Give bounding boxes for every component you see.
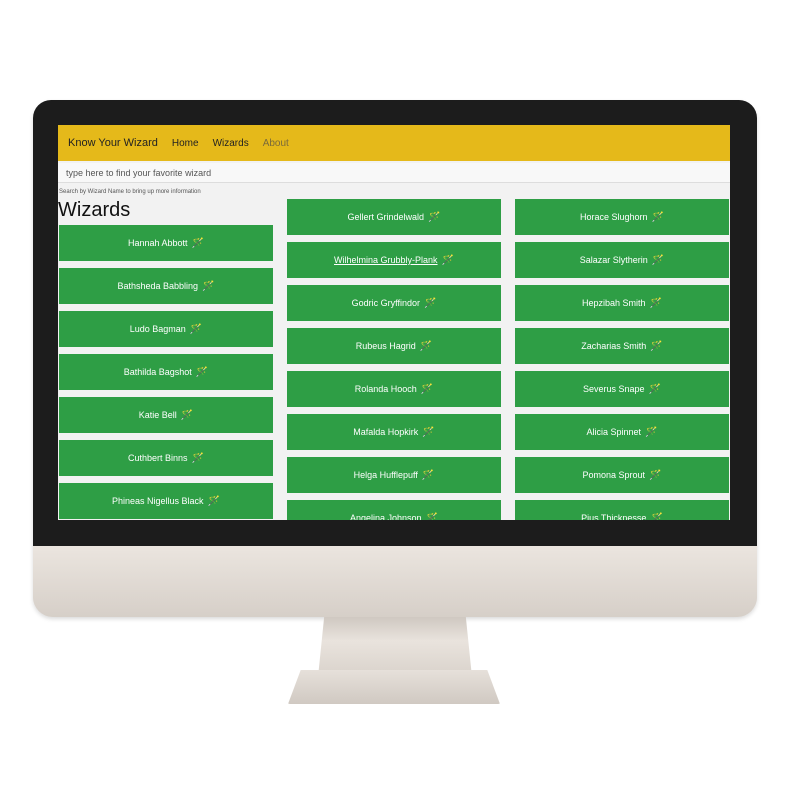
magic-wand-icon: 🪄 [180, 409, 194, 421]
magic-wand-icon: 🪄 [650, 340, 663, 352]
wizard-name: Alicia Spinnet [586, 427, 642, 437]
monitor-stand-neck [318, 617, 472, 677]
wizard-card[interactable]: Rubeus Hagrid 🪄 [287, 328, 501, 364]
brand-link[interactable]: Know Your Wizard [68, 137, 158, 149]
wizard-name: Godric Gryffindor [351, 298, 420, 308]
monitor-stand-foot [288, 670, 500, 704]
search-hint: Search by Wizard Name to bring up more i… [59, 189, 201, 195]
wizard-card[interactable]: Pomona Sprout 🪄 [515, 457, 729, 493]
wizard-card[interactable]: Zacharias Smith 🪄 [515, 328, 729, 364]
wizard-search-input[interactable] [58, 163, 730, 183]
magic-wand-icon: 🪄 [422, 426, 435, 438]
wizard-name: Wilhelmina Grubbly-Plank [334, 255, 438, 265]
magic-wand-icon: 🪄 [649, 469, 662, 481]
wizard-card[interactable]: Cuthbert Binns 🪄 [59, 440, 273, 476]
wizard-name: Gellert Grindelwald [347, 212, 425, 222]
wizard-column-3: Horace Slughorn 🪄 Salazar Slytherin 🪄 Hepzib… [515, 199, 729, 520]
wizard-card[interactable]: Rolanda Hooch 🪄 [287, 371, 501, 407]
magic-wand-icon: 🪄 [425, 512, 438, 521]
wizard-card[interactable]: Wilhelmina Grubbly-Plank 🪄 [287, 242, 501, 278]
magic-wand-icon: 🪄 [195, 366, 209, 378]
wizard-card[interactable]: Salazar Slytherin 🪄 [515, 242, 729, 278]
magic-wand-icon: 🪄 [202, 280, 215, 292]
wizard-column-1: Hannah Abbott 🪄 Bathsheda Babbling 🪄 Ludo Ba… [59, 225, 273, 519]
wizard-name: Ludo Bagman [129, 324, 186, 334]
wizard-card[interactable]: Ludo Bagman 🪄 [59, 311, 273, 347]
wizard-name: Bathilda Bagshot [123, 367, 192, 377]
wizard-name: Salazar Slytherin [579, 255, 648, 265]
magic-wand-icon: 🪄 [189, 323, 203, 335]
monitor-screen: Know Your Wizard Home Wizards About Sear… [58, 125, 730, 520]
page-title: Wizards [58, 199, 131, 221]
wizard-card[interactable]: Pius Thicknesse 🪄 [515, 500, 729, 520]
magic-wand-icon: 🪄 [650, 512, 663, 521]
wizard-name: Bathsheda Babbling [117, 281, 199, 291]
wizard-card[interactable]: Godric Gryffindor 🪄 [287, 285, 501, 321]
wizard-name: Zacharias Smith [581, 341, 647, 351]
wizard-name: Severus Snape [583, 384, 645, 394]
wizard-name: Phineas Nigellus Black [112, 496, 204, 506]
wizard-card[interactable]: Severus Snape 🪄 [515, 371, 729, 407]
wizard-column-2: Gellert Grindelwald 🪄 Wilhelmina Grubbly-P… [287, 199, 501, 520]
magic-wand-icon: 🪄 [649, 297, 662, 309]
magic-wand-icon: 🪄 [191, 237, 204, 249]
wizard-card[interactable]: Mafalda Hopkirk 🪄 [287, 414, 501, 450]
wizard-name: Rubeus Hagrid [355, 341, 416, 351]
wizard-card[interactable]: Katie Bell 🪄 [59, 397, 273, 433]
magic-wand-icon: 🪄 [651, 254, 665, 266]
wizard-name: Helga Hufflepuff [353, 470, 418, 480]
magic-wand-icon: 🪄 [428, 211, 441, 223]
magic-wand-icon: 🪄 [423, 297, 437, 309]
wizard-name: Hannah Abbott [127, 238, 188, 248]
wizard-name: Pomona Sprout [582, 470, 646, 480]
wizard-name: Katie Bell [138, 410, 177, 420]
wizard-card[interactable]: Horace Slughorn 🪄 [515, 199, 729, 235]
nav-home-link[interactable]: Home [172, 138, 199, 149]
magic-wand-icon: 🪄 [420, 383, 434, 395]
wizard-name: Cuthbert Binns [128, 453, 188, 463]
wizard-card[interactable]: Helga Hufflepuff 🪄 [287, 457, 501, 493]
wizard-name: Rolanda Hooch [354, 384, 417, 394]
wizard-name: Angelina Johnson [349, 513, 422, 520]
nav-wizards-link[interactable]: Wizards [213, 138, 249, 149]
wizard-card[interactable]: Angelina Johnson 🪄 [287, 500, 501, 520]
wizard-card[interactable]: Hepzibah Smith 🪄 [515, 285, 729, 321]
magic-wand-icon: 🪄 [651, 211, 664, 223]
magic-wand-icon: 🪄 [441, 254, 454, 266]
magic-wand-icon: 🪄 [191, 452, 204, 464]
wizard-card[interactable]: Hannah Abbott 🪄 [59, 225, 273, 261]
magic-wand-icon: 🪄 [421, 469, 435, 481]
nav-about-link[interactable]: About [263, 138, 289, 149]
magic-wand-icon: 🪄 [648, 383, 661, 395]
wizard-card[interactable]: Bathilda Bagshot 🪄 [59, 354, 273, 390]
wizard-name: Pius Thicknesse [581, 513, 647, 520]
magic-wand-icon: 🪄 [419, 340, 433, 352]
wizard-name: Horace Slughorn [580, 212, 648, 222]
monitor-chin [33, 546, 757, 617]
navbar: Know Your Wizard Home Wizards About [58, 125, 730, 161]
magic-wand-icon: 🪄 [207, 495, 220, 507]
magic-wand-icon: 🪄 [645, 426, 658, 438]
wizard-card[interactable]: Gellert Grindelwald 🪄 [287, 199, 501, 235]
wizard-card[interactable]: Phineas Nigellus Black 🪄 [59, 483, 273, 519]
wizard-card[interactable]: Alicia Spinnet 🪄 [515, 414, 729, 450]
wizard-name: Mafalda Hopkirk [353, 427, 419, 437]
wizard-name: Hepzibah Smith [582, 298, 646, 308]
wizard-card[interactable]: Bathsheda Babbling 🪄 [59, 268, 273, 304]
